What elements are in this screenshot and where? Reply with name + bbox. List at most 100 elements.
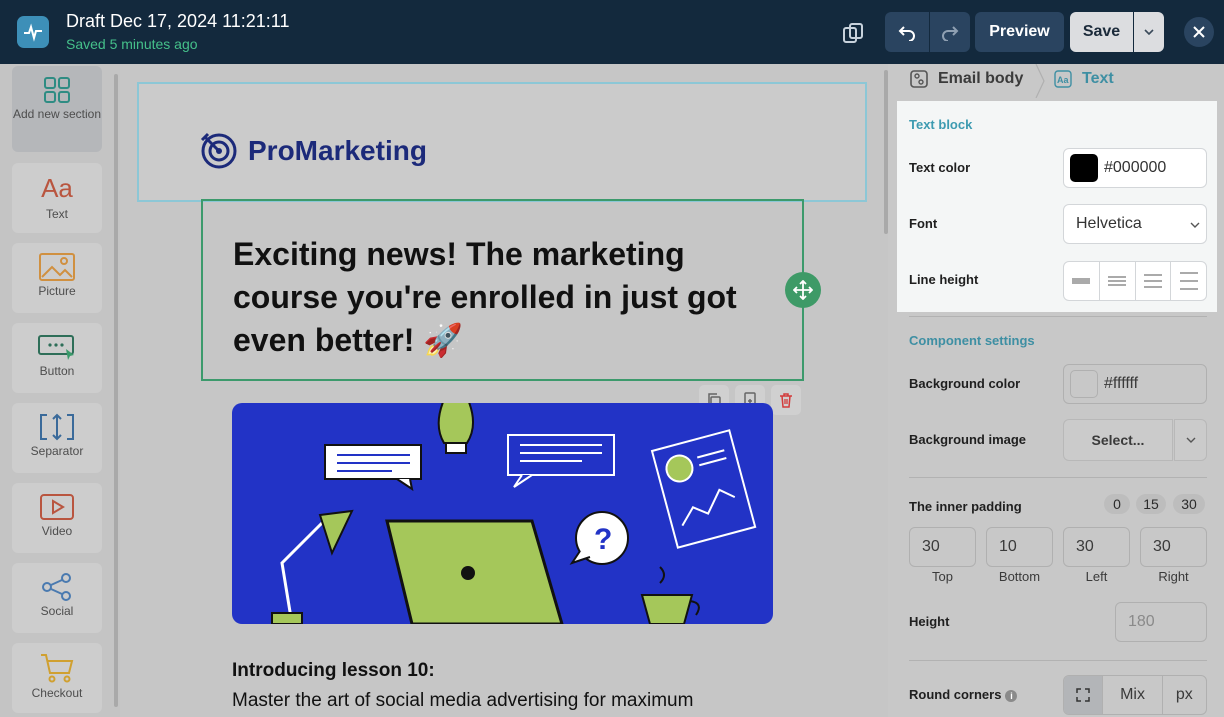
brand-name: ProMarketing [248, 135, 427, 166]
brand-logo: ProMarketing [200, 132, 427, 170]
font-select[interactable]: Helvetica [1063, 204, 1207, 244]
breadcrumb-separator-icon [1035, 64, 1045, 98]
close-button[interactable] [1184, 17, 1214, 47]
divider [909, 316, 1207, 317]
round-corners-all-button[interactable] [1064, 676, 1104, 714]
sidebar-item-text[interactable]: Aa Text [12, 163, 102, 233]
sidebar-item-add-section[interactable]: Add new section [12, 66, 102, 152]
breadcrumb: Email body Aa Text [888, 64, 1224, 98]
bg-color-label: Background color [909, 376, 1021, 391]
move-handle[interactable] [785, 272, 821, 308]
line-height-option-loose[interactable] [1171, 262, 1206, 300]
target-logo-icon [200, 132, 237, 169]
saved-status: Saved 5 minutes ago [66, 36, 198, 52]
grid-icon [44, 77, 70, 103]
sidebar-item-separator[interactable]: Separator [12, 403, 102, 473]
padding-preset-15[interactable]: 15 [1136, 494, 1166, 514]
inner-padding-label: The inner padding [909, 499, 1022, 514]
breadcrumb-root-label: Email body [938, 70, 1024, 87]
bg-color-value: #ffffff [1104, 375, 1139, 392]
trash-icon [780, 393, 792, 408]
sidebar-item-label: Checkout [31, 686, 83, 700]
sidebar-item-label: Video [41, 524, 73, 538]
sidebar-item-label: Add new section [12, 107, 102, 121]
save-dropdown-button[interactable] [1134, 12, 1164, 52]
component-settings-title: Component settings [909, 333, 1035, 348]
line-height-label: Line height [909, 272, 979, 287]
bg-image-select-button[interactable]: Select... [1063, 419, 1173, 461]
picture-icon [39, 253, 75, 281]
redo-button[interactable] [930, 12, 970, 52]
text-color-swatch[interactable] [1070, 154, 1098, 182]
sidebar-item-checkout[interactable]: Checkout [12, 643, 102, 713]
round-corners-options: Mix px [1063, 675, 1207, 715]
save-button[interactable]: Save [1070, 12, 1133, 52]
blocks-sidebar: Add new section Aa Text Picture Button S… [0, 64, 120, 717]
settings-icon [910, 70, 928, 88]
breadcrumb-text: Aa Text [1054, 70, 1114, 88]
round-corners-unit-button[interactable]: px [1163, 676, 1206, 714]
ai-assistant-icon[interactable] [840, 20, 866, 46]
text-color-input[interactable]: #000000 [1063, 148, 1207, 188]
padding-right-input[interactable]: 30 [1140, 527, 1207, 567]
info-icon[interactable]: i [1005, 689, 1018, 702]
sidebar-item-label: Social [40, 604, 74, 618]
text-color-value: #000000 [1104, 159, 1167, 176]
sidebar-scrollbar[interactable] [114, 74, 118, 707]
hero-illustration[interactable]: ? [232, 403, 773, 624]
padding-left-label: Left [1085, 569, 1108, 584]
sidebar-item-picture[interactable]: Picture [12, 243, 102, 313]
round-corners-row: Round corners i [909, 687, 1018, 702]
sidebar-item-label: Text [45, 207, 68, 221]
bg-image-dropdown-button[interactable] [1174, 419, 1207, 461]
selected-text-block[interactable]: Exciting news! The marketing course you'… [201, 199, 804, 381]
padding-top-input[interactable]: 30 [909, 527, 976, 567]
corners-icon [1076, 688, 1090, 702]
height-input[interactable]: 180 [1115, 602, 1207, 642]
padding-bottom-input[interactable]: 10 [986, 527, 1053, 567]
padding-bottom-label: Bottom [998, 569, 1041, 584]
sidebar-item-button[interactable]: Button [12, 323, 102, 393]
padding-top-label: Top [932, 569, 953, 584]
breadcrumb-email-body[interactable]: Email body [910, 70, 1023, 88]
line-height-option-relaxed[interactable] [1136, 262, 1172, 300]
line-height-option-normal[interactable] [1100, 262, 1136, 300]
delete-block-button[interactable] [771, 385, 801, 415]
bg-color-swatch[interactable] [1070, 370, 1098, 398]
sidebar-item-video[interactable]: Video [12, 483, 102, 553]
padding-left-input[interactable]: 30 [1063, 527, 1130, 567]
text-aa-icon: Aa [41, 173, 73, 203]
font-value: Helvetica [1076, 215, 1142, 232]
sidebar-item-label: Separator [30, 444, 84, 458]
padding-preset-30[interactable]: 30 [1173, 494, 1205, 514]
top-bar: Draft Dec 17, 2024 11:21:11 Saved 5 minu… [0, 0, 1224, 64]
headline-text[interactable]: Exciting news! The marketing course you'… [233, 233, 772, 362]
cart-icon [41, 654, 74, 683]
undo-button[interactable] [885, 12, 929, 52]
preview-button[interactable]: Preview [975, 12, 1064, 52]
divider [909, 660, 1207, 661]
app-logo-icon[interactable] [17, 16, 49, 48]
lesson-body[interactable]: Master the art of social media advertisi… [232, 690, 693, 712]
round-corners-mix-button[interactable]: Mix [1103, 676, 1163, 714]
text-color-label: Text color [909, 160, 971, 175]
chevron-down-icon [1190, 222, 1200, 228]
button-icon [38, 335, 74, 360]
text-aa-small-icon: Aa [1054, 70, 1072, 88]
line-height-option-tight[interactable] [1064, 262, 1100, 300]
line-height-loose-icon [1179, 272, 1198, 290]
height-label: Height [909, 614, 950, 629]
sidebar-item-social[interactable]: Social [12, 563, 102, 633]
line-height-options [1063, 261, 1207, 301]
svg-text:Aa: Aa [1057, 75, 1069, 85]
redo-icon [942, 26, 959, 41]
chevron-down-icon [1186, 437, 1195, 443]
bg-color-input[interactable]: #ffffff [1063, 364, 1207, 404]
draft-title: Draft Dec 17, 2024 11:21:11 [66, 11, 290, 31]
lesson-title[interactable]: Introducing lesson 10: [232, 660, 435, 682]
close-icon [1193, 26, 1205, 38]
padding-preset-0[interactable]: 0 [1104, 494, 1130, 514]
line-height-relaxed-icon [1143, 274, 1162, 288]
bg-image-label: Background image [909, 432, 1027, 447]
line-height-tight-icon [1072, 278, 1091, 284]
